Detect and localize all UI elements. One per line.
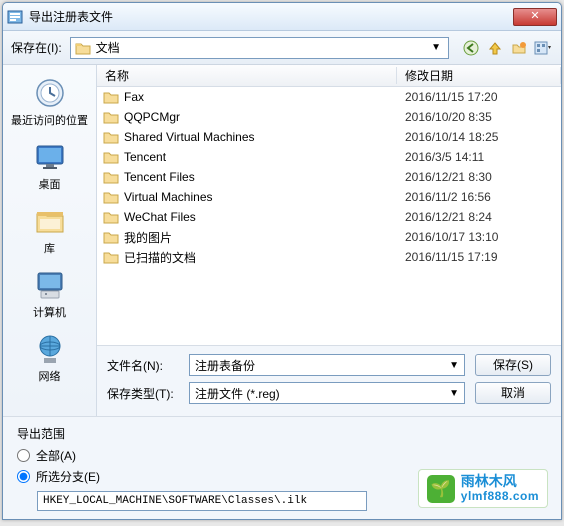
file-date: 2016/12/21 8:30 — [397, 170, 561, 184]
file-name: 已扫描的文档 — [124, 249, 196, 266]
titlebar: 导出注册表文件 ✕ — [3, 3, 561, 31]
list-item[interactable]: 已扫描的文档 2016/11/15 17:19 — [97, 247, 561, 267]
radio-branch-label: 所选分支(E) — [36, 468, 100, 485]
file-list[interactable]: Fax 2016/11/15 17:20 QQPCMgr 2016/10/20 8:3… — [97, 87, 561, 345]
file-date: 2016/3/5 14:11 — [397, 150, 561, 164]
place-computer[interactable]: 计算机 — [10, 265, 90, 323]
recent-icon — [31, 76, 69, 110]
export-range-title: 导出范围 — [17, 425, 547, 442]
computer-icon — [31, 268, 69, 302]
file-date: 2016/11/15 17:20 — [397, 90, 561, 104]
save-button[interactable]: 保存(S) — [475, 354, 551, 376]
dialog-body: 最近访问的位置 桌面 库 计算机 网络 名称 修改日期 — [3, 65, 561, 416]
file-name: Virtual Machines — [124, 190, 213, 204]
file-pane: 名称 修改日期 Fax 2016/11/15 17:20 QQPCMgr 2016/1… — [97, 65, 561, 416]
filename-label: 文件名(N): — [107, 357, 179, 374]
chevron-down-icon: ▼ — [449, 388, 459, 399]
folder-icon — [103, 91, 119, 104]
place-network[interactable]: 网络 — [10, 329, 90, 387]
place-label: 最近访问的位置 — [10, 112, 90, 128]
list-item[interactable]: Fax 2016/11/15 17:20 — [97, 87, 561, 107]
file-date: 2016/11/2 16:56 — [397, 190, 561, 204]
list-header: 名称 修改日期 — [97, 65, 561, 87]
app-icon — [7, 9, 23, 25]
location-combo[interactable]: 文档 ▼ — [70, 37, 449, 59]
file-name: Tencent — [124, 150, 166, 164]
folder-icon — [103, 151, 119, 164]
file-name: 我的图片 — [124, 229, 172, 246]
file-name: Fax — [124, 90, 144, 104]
location-value: 文档 — [96, 39, 428, 56]
list-item[interactable]: Virtual Machines 2016/11/2 16:56 — [97, 187, 561, 207]
places-bar: 最近访问的位置 桌面 库 计算机 网络 — [3, 65, 97, 416]
new-folder-button[interactable] — [509, 38, 529, 58]
place-label: 桌面 — [10, 176, 90, 192]
folder-icon — [103, 191, 119, 204]
watermark: 🌱 雨林木风 ylmf888.com — [418, 469, 548, 508]
close-icon: ✕ — [530, 10, 539, 22]
watermark-cn: 雨林木风 — [461, 474, 539, 489]
close-button[interactable]: ✕ — [513, 8, 557, 26]
save-in-label: 保存在(I): — [11, 39, 62, 56]
filetype-value: 注册文件 (*.reg) — [195, 385, 280, 402]
list-item[interactable]: 我的图片 2016/10/17 13:10 — [97, 227, 561, 247]
radio-branch[interactable] — [17, 470, 30, 483]
folder-icon — [103, 231, 119, 244]
filename-value: 注册表备份 — [195, 357, 255, 374]
folder-icon — [103, 131, 119, 144]
folder-icon — [103, 251, 119, 264]
place-recent[interactable]: 最近访问的位置 — [10, 73, 90, 131]
list-item[interactable]: QQPCMgr 2016/10/20 8:35 — [97, 107, 561, 127]
place-label: 库 — [10, 240, 90, 256]
file-date: 2016/10/20 8:35 — [397, 110, 561, 124]
column-name[interactable]: 名称 — [97, 67, 397, 84]
view-menu-button[interactable] — [533, 38, 553, 58]
documents-icon — [75, 41, 91, 55]
network-icon — [31, 332, 69, 366]
filetype-label: 保存类型(T): — [107, 385, 179, 402]
branch-path-input[interactable] — [37, 491, 367, 511]
libraries-icon — [31, 204, 69, 238]
file-date: 2016/10/14 18:25 — [397, 130, 561, 144]
list-item[interactable]: WeChat Files 2016/12/21 8:24 — [97, 207, 561, 227]
file-name: Tencent Files — [124, 170, 195, 184]
desktop-icon — [31, 140, 69, 174]
watermark-url: ylmf888.com — [461, 490, 539, 503]
radio-all-label: 全部(A) — [36, 447, 76, 464]
file-name: WeChat Files — [124, 210, 196, 224]
file-date: 2016/11/15 17:19 — [397, 250, 561, 264]
folder-icon — [103, 171, 119, 184]
cancel-button[interactable]: 取消 — [475, 382, 551, 404]
folder-icon — [103, 211, 119, 224]
up-button[interactable] — [485, 38, 505, 58]
folder-icon — [103, 111, 119, 124]
file-date: 2016/12/21 8:24 — [397, 210, 561, 224]
list-item[interactable]: Shared Virtual Machines 2016/10/14 18:25 — [97, 127, 561, 147]
watermark-icon: 🌱 — [427, 475, 455, 503]
chevron-down-icon: ▼ — [428, 42, 444, 53]
file-name: Shared Virtual Machines — [124, 130, 255, 144]
file-date: 2016/10/17 13:10 — [397, 230, 561, 244]
dialog-window: 导出注册表文件 ✕ 保存在(I): 文档 ▼ 最近访问的位置 桌面 — [2, 2, 562, 520]
filename-input[interactable]: 注册表备份 ▼ — [189, 354, 465, 376]
list-item[interactable]: Tencent Files 2016/12/21 8:30 — [97, 167, 561, 187]
place-label: 计算机 — [10, 304, 90, 320]
place-libraries[interactable]: 库 — [10, 201, 90, 259]
back-button[interactable] — [461, 38, 481, 58]
chevron-down-icon: ▼ — [449, 360, 459, 371]
column-date[interactable]: 修改日期 — [397, 67, 561, 84]
place-label: 网络 — [10, 368, 90, 384]
filetype-select[interactable]: 注册文件 (*.reg) ▼ — [189, 382, 465, 404]
place-desktop[interactable]: 桌面 — [10, 137, 90, 195]
toolbar: 保存在(I): 文档 ▼ — [3, 31, 561, 65]
window-title: 导出注册表文件 — [29, 8, 513, 25]
file-name: QQPCMgr — [124, 110, 180, 124]
nav-buttons — [461, 38, 553, 58]
radio-all[interactable] — [17, 449, 30, 462]
save-form: 文件名(N): 注册表备份 ▼ 保存(S) 保存类型(T): 注册文件 (*.r… — [97, 345, 561, 416]
list-item[interactable]: Tencent 2016/3/5 14:11 — [97, 147, 561, 167]
